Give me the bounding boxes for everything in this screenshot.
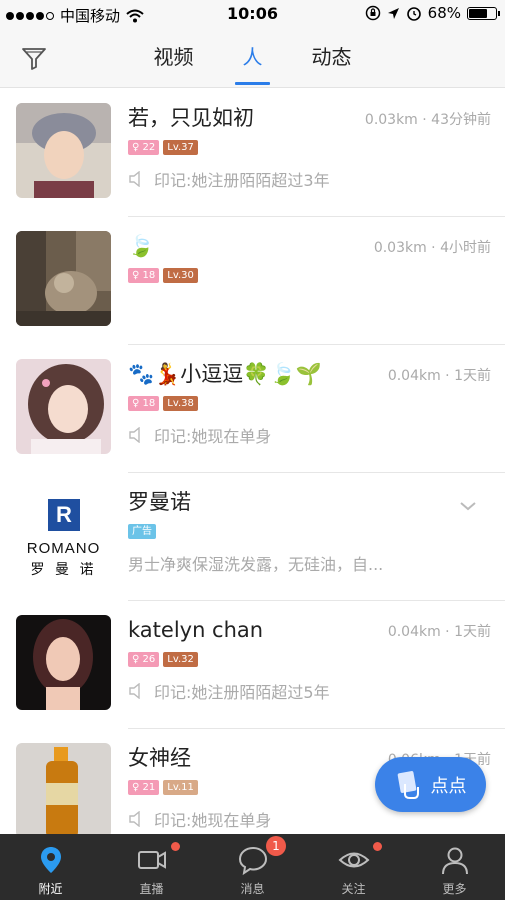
age-value: 22 — [142, 142, 156, 153]
avatar — [16, 103, 111, 198]
tab-label: 关注 — [341, 882, 366, 896]
avatar — [16, 615, 111, 710]
bottom-tab-bar: 附近 直播 1 消息 关注 更多 — [0, 834, 505, 900]
rotation-lock-icon — [365, 5, 380, 21]
tab-video[interactable]: 视频 — [134, 28, 213, 88]
distance-time: 0.04km · 1天前 — [387, 624, 491, 640]
speaker-icon — [129, 427, 140, 443]
person-icon — [441, 847, 468, 875]
tab-label: 直播 — [139, 882, 164, 896]
gender-age-badge: ♀ 21 — [128, 780, 160, 795]
notification-dot — [171, 842, 180, 851]
chat-bubble-icon — [238, 846, 267, 876]
fab-label: 点点 — [430, 775, 467, 797]
avatar — [16, 231, 111, 326]
imprint: 印记:她现在单身 — [128, 423, 491, 447]
level-badge: Lv.30 — [163, 268, 198, 283]
speaker-icon — [129, 171, 140, 187]
status-right: 68% — [365, 4, 500, 22]
eye-icon — [338, 852, 369, 868]
location-pin-icon — [40, 847, 61, 873]
distance-time: 0.03km · 43分钟前 — [364, 112, 491, 128]
tab-label: 消息 — [240, 882, 265, 896]
message-count-badge: 1 — [266, 836, 286, 856]
battery-icon — [467, 6, 500, 20]
imprint-text: 印记:她注册陌陌超过5年 — [154, 683, 330, 702]
logo-text-cn: 罗 曼 诺 — [30, 562, 97, 578]
avatar — [16, 359, 111, 454]
logo-text: ROMANO — [26, 540, 101, 557]
gender-age-badge: ♀ 22 — [128, 140, 160, 155]
age-value: 21 — [142, 782, 156, 793]
speaker-icon — [129, 683, 140, 699]
age-value: 18 — [142, 398, 156, 409]
list-item[interactable]: 🍃 0.03km · 4小时前 ♀ 18 Lv.30 — [0, 217, 505, 345]
tab-people[interactable]: 人 — [213, 28, 292, 88]
speaker-icon — [129, 811, 140, 827]
dian-dian-button[interactable]: 点点 — [375, 757, 486, 812]
tab-more[interactable]: 更多 — [404, 834, 505, 900]
card-swipe-icon — [397, 770, 419, 799]
ad-badge: 广告 — [128, 524, 156, 539]
distance-time: 0.03km · 4小时前 — [373, 240, 491, 256]
logo-mark: R — [48, 499, 80, 531]
top-nav: 视频 人 动态 — [0, 28, 505, 88]
video-camera-icon — [137, 851, 166, 869]
gender-age-badge: ♀ 18 — [128, 268, 160, 283]
list-item[interactable]: katelyn chan 0.04km · 1天前 ♀ 26 Lv.32 印记:… — [0, 601, 505, 729]
level-badge: Lv.38 — [163, 396, 198, 411]
imprint-text: 印记:她现在单身 — [154, 811, 272, 830]
age-value: 18 — [142, 270, 156, 281]
imprint: 印记:她注册陌陌超过5年 — [128, 679, 491, 703]
gender-age-badge: ♀ 26 — [128, 652, 160, 667]
tab-label: 更多 — [442, 882, 467, 896]
tab-label: 附近 — [38, 882, 63, 896]
notification-dot — [373, 842, 382, 851]
alarm-icon — [406, 7, 421, 21]
tab-following[interactable]: 关注 — [303, 834, 404, 900]
tab-moments[interactable]: 动态 — [292, 28, 371, 88]
location-arrow-icon — [387, 7, 399, 19]
tab-nearby[interactable]: 附近 — [0, 834, 101, 900]
brand-name: 罗曼诺 — [128, 490, 191, 514]
age-value: 26 — [142, 654, 156, 665]
tab-messages[interactable]: 1 消息 — [202, 834, 303, 900]
ad-description: 男士净爽保湿洗发露，无硅油，自... — [128, 555, 384, 574]
distance-time: 0.04km · 1天前 — [387, 368, 491, 384]
battery-percent: 68% — [427, 4, 461, 22]
status-bar: 中国移动 10:06 68% — [0, 0, 505, 28]
imprint: 印记:她注册陌陌超过3年 — [128, 167, 491, 191]
level-badge: Lv.11 — [163, 780, 198, 795]
imprint-text: 印记:她注册陌陌超过3年 — [154, 171, 330, 190]
level-badge: Lv.37 — [163, 140, 198, 155]
imprint-text: 印记:她现在单身 — [154, 427, 272, 446]
list-item[interactable]: 若，只见如初 0.03km · 43分钟前 ♀ 22 Lv.37 印记:她注册陌… — [0, 89, 505, 217]
brand-logo: R ROMANO 罗 曼 诺 — [16, 487, 111, 582]
list-item[interactable]: 🐾💃小逗逗🍀🍃🌱 0.04km · 1天前 ♀ 18 Lv.38 印记:她现在单… — [0, 345, 505, 473]
avatar — [16, 743, 111, 838]
gender-age-badge: ♀ 18 — [128, 396, 160, 411]
tab-bar: 视频 人 动态 — [0, 28, 505, 88]
ad-item[interactable]: R ROMANO 罗 曼 诺 罗曼诺 广告 男士净爽保湿洗发露，无硅油，自... — [0, 473, 505, 601]
chevron-down-icon[interactable] — [459, 497, 477, 515]
tab-live[interactable]: 直播 — [101, 834, 202, 900]
level-badge: Lv.32 — [163, 652, 198, 667]
